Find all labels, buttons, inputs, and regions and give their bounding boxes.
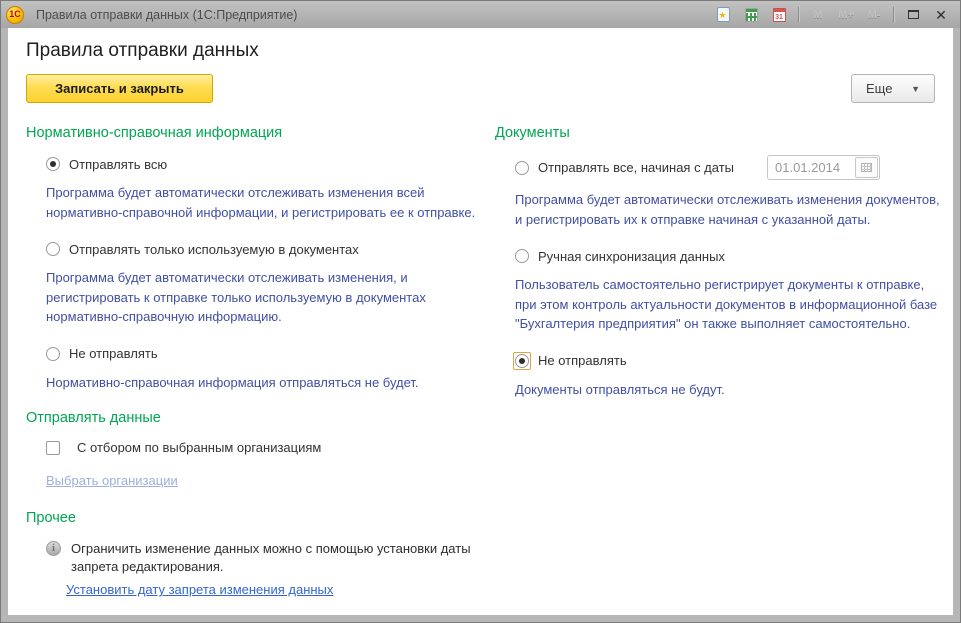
radio-option-no-send-nsi[interactable]: Не отправлять	[46, 345, 486, 363]
hint-send-used-nsi: Программа будет автоматически отслеживат…	[46, 268, 478, 327]
favorites-icon	[717, 7, 730, 22]
start-date-field-group	[767, 155, 880, 180]
maximize-icon	[908, 10, 919, 19]
checkbox-filter-by-orgs[interactable]: С отбором по выбранным организациям	[46, 440, 486, 455]
hint-manual-sync: Пользователь самостоятельно регистрирует…	[515, 275, 942, 334]
radio-label: Отправлять только используемую в докумен…	[69, 242, 359, 257]
memory-add-button[interactable]: M+	[835, 5, 857, 25]
calendar-grid-icon	[861, 163, 872, 172]
hint-send-all-docs: Программа будет автоматически отслеживат…	[515, 190, 942, 229]
info-icon: i	[46, 541, 61, 556]
radio-icon[interactable]	[46, 347, 60, 361]
section-header-send-data: Отправлять данные	[26, 410, 486, 426]
radio-option-no-send-docs[interactable]: Не отправлять	[515, 352, 942, 370]
titlebar-separator	[893, 7, 894, 23]
form-columns: Нормативно-справочная информация Отправл…	[26, 117, 942, 599]
calculator-button[interactable]	[740, 5, 762, 25]
more-button-label: Еще	[866, 81, 892, 96]
checkbox-label: С отбором по выбранным организациям	[77, 440, 321, 455]
form-toolbar: Записать и закрыть Еще ▼	[26, 74, 935, 103]
radio-option-manual-sync[interactable]: Ручная синхронизация данных	[515, 247, 942, 265]
date-picker-button[interactable]	[855, 157, 878, 178]
radio-label: Не отправлять	[69, 346, 158, 361]
radio-icon[interactable]	[515, 249, 529, 263]
titlebar: 1C Правила отправки данных (1С:Предприят…	[1, 1, 960, 28]
column-documents: Документы Отправлять все, начиная с даты…	[486, 117, 942, 417]
titlebar-tools: M M+ M- ✕	[712, 5, 952, 25]
titlebar-separator	[798, 7, 799, 23]
memory-recall-button[interactable]: M	[807, 5, 829, 25]
radio-option-send-all-nsi[interactable]: Отправлять всю	[46, 155, 486, 173]
hint-no-send-docs: Документы отправляться не будут.	[515, 380, 942, 400]
column-reference-info: Нормативно-справочная информация Отправл…	[26, 117, 486, 599]
radio-label: Не отправлять	[538, 353, 627, 368]
section-header-nsi: Нормативно-справочная информация	[26, 125, 486, 141]
chevron-down-icon: ▼	[911, 84, 920, 94]
calendar-button[interactable]	[768, 5, 790, 25]
maximize-button[interactable]	[902, 5, 924, 25]
radio-option-send-used-nsi[interactable]: Отправлять только используемую в докумен…	[46, 240, 486, 258]
radio-label: Ручная синхронизация данных	[538, 249, 725, 264]
radio-icon[interactable]	[46, 157, 60, 171]
set-restriction-date-link[interactable]: Установить дату запрета изменения данных	[66, 582, 333, 597]
1c-logo-icon: 1C	[6, 6, 24, 24]
focus-outline	[513, 352, 531, 370]
radio-label: Отправлять все, начиная с даты	[538, 160, 734, 175]
app-window: 1C Правила отправки данных (1С:Предприят…	[0, 0, 961, 623]
memory-subtract-button[interactable]: M-	[863, 5, 885, 25]
close-icon: ✕	[935, 8, 947, 22]
favorites-button[interactable]	[712, 5, 734, 25]
close-button[interactable]: ✕	[930, 5, 952, 25]
more-button[interactable]: Еще ▼	[851, 74, 935, 103]
radio-icon[interactable]	[515, 354, 529, 368]
form-client-area: Правила отправки данных Записать и закры…	[8, 28, 953, 615]
calendar-icon	[773, 8, 786, 22]
save-and-close-button[interactable]: Записать и закрыть	[26, 74, 213, 103]
radio-option-send-all-docs[interactable]: Отправлять все, начиная с даты	[515, 155, 942, 180]
info-row: i Ограничить изменение данных можно с по…	[46, 540, 486, 576]
hint-send-all-nsi: Программа будет автоматически отслеживат…	[46, 183, 478, 222]
start-date-input[interactable]	[769, 157, 855, 178]
calculator-icon	[745, 8, 758, 22]
radio-icon[interactable]	[515, 161, 529, 175]
checkbox-icon[interactable]	[46, 441, 60, 455]
section-header-documents: Документы	[495, 125, 942, 141]
section-header-other: Прочее	[26, 510, 486, 526]
hint-no-send-nsi: Нормативно-справочная информация отправл…	[46, 373, 478, 393]
window-title: Правила отправки данных (1С:Предприятие)	[36, 8, 712, 22]
radio-label: Отправлять всю	[69, 157, 167, 172]
info-text: Ограничить изменение данных можно с помо…	[71, 540, 486, 576]
select-organizations-link[interactable]: Выбрать организации	[46, 473, 178, 488]
page-title: Правила отправки данных	[26, 40, 942, 62]
radio-icon[interactable]	[46, 242, 60, 256]
